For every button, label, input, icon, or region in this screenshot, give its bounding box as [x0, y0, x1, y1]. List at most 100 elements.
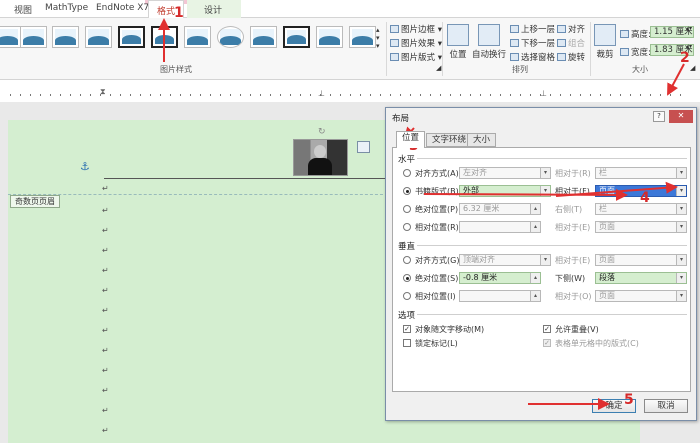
selection-pane-button[interactable]: 选择窗格 — [510, 51, 555, 63]
v-relative-radio[interactable] — [403, 292, 411, 300]
h-alignment-label: 对齐方式(A) — [415, 169, 459, 178]
h-relative-radio[interactable] — [403, 223, 411, 231]
h-relative-label: 相对位置(R) — [415, 223, 459, 232]
lock-anchor-checkbox[interactable] — [403, 339, 411, 347]
picture-styles-group-label: 图片样式 — [160, 65, 192, 74]
wrap-text-button[interactable]: 自动换行 — [472, 24, 506, 60]
v-relative-label: 相对位置(I) — [415, 292, 456, 301]
v-absolute-relative-label: 下侧(W) — [555, 274, 586, 283]
group-separator — [590, 22, 591, 76]
cancel-button[interactable]: 取消 — [644, 399, 688, 413]
vertical-section-title: 垂直 — [398, 242, 416, 252]
help-button[interactable]: ? — [653, 111, 665, 122]
v-alignment-radio[interactable] — [403, 256, 411, 264]
h-alignment-relative-select[interactable]: 栏 ▾ — [595, 167, 687, 179]
size-dialog-launcher-icon[interactable]: ◢ — [690, 64, 695, 72]
h-alignment-select[interactable]: 左对齐 ▾ — [459, 167, 551, 179]
align-icon — [557, 25, 566, 33]
wrap-text-icon — [478, 24, 500, 46]
layout-in-cell-checkbox[interactable]: ✓ — [543, 339, 551, 347]
styles-dialog-launcher-icon[interactable]: ◢ — [436, 64, 441, 72]
group-separator — [442, 22, 443, 76]
book-layout-radio[interactable] — [403, 187, 411, 195]
picture-style-8[interactable] — [217, 26, 244, 48]
layout-options-icon[interactable] — [357, 141, 370, 153]
paragraph-mark: ↵ — [102, 426, 109, 435]
send-backward-icon — [510, 39, 519, 47]
v-absolute-input[interactable]: -0.8 厘米 ▴ — [459, 272, 541, 284]
picture-border-button[interactable]: 图片边框 ▾ — [390, 23, 442, 35]
h-alignment-relative-label: 相对于(R) — [555, 169, 591, 178]
picture-style-3[interactable] — [52, 26, 79, 48]
v-relative-input[interactable]: ▴ — [459, 290, 541, 302]
h-absolute-input[interactable]: 6.32 厘米 ▴ — [459, 203, 541, 215]
v-absolute-relative-select[interactable]: 段落 ▾ — [595, 272, 687, 284]
horizontal-ruler[interactable]: ⧗ ⊥ ⊥ — [0, 87, 700, 102]
picture-style-5[interactable] — [118, 26, 145, 48]
allow-overlap-checkbox[interactable]: ✓ — [543, 325, 551, 333]
tab-endnote[interactable]: EndNote X7 — [96, 3, 149, 13]
v-absolute-label: 绝对位置(S) — [415, 274, 459, 283]
picture-style-2[interactable] — [20, 26, 47, 48]
v-relative-relative-select[interactable]: 页面 ▾ — [595, 290, 687, 302]
picture-style-6[interactable] — [151, 26, 178, 48]
border-icon — [390, 25, 399, 33]
picture-style-11[interactable] — [316, 26, 343, 48]
send-backward-button[interactable]: 下移一层 ▾ — [510, 37, 562, 49]
move-with-text-checkbox[interactable]: ✓ — [403, 325, 411, 333]
width-label: 宽度: — [620, 46, 651, 58]
group-button[interactable]: 组合 — [557, 37, 585, 49]
align-button[interactable]: 对齐 — [557, 23, 585, 35]
paragraph-mark: ↵ — [102, 266, 109, 275]
picture-style-10[interactable] — [283, 26, 310, 48]
tab-mathtype[interactable]: MathType — [45, 3, 88, 13]
indent-marker-icon[interactable]: ⧗ — [100, 87, 106, 97]
picture-style-12[interactable] — [349, 26, 376, 48]
paragraph-mark: ↵ — [102, 366, 109, 375]
picture-style-7[interactable] — [184, 26, 211, 48]
picture-effects-button[interactable]: 图片效果 ▾ — [390, 37, 442, 49]
v-alignment-relative-label: 相对于(E) — [555, 256, 591, 265]
anchor-icon[interactable]: ⚓ — [80, 160, 90, 173]
crop-button[interactable]: 裁剪 — [594, 24, 616, 60]
layout-dialog: 布局 ? ✕ 位置 文字环绕 大小 水平 对齐方式(A) 左对齐 ▾ 相对于(R)… — [385, 107, 697, 421]
h-relative-relative-select[interactable]: 页面 ▾ — [595, 221, 687, 233]
book-layout-select[interactable]: 外部 ▾ — [459, 185, 551, 197]
section-divider — [417, 245, 687, 246]
selection-pane-icon — [510, 53, 519, 61]
v-alignment-select[interactable]: 顶端对齐 ▾ — [459, 254, 551, 266]
height-icon — [620, 30, 629, 38]
tab-size[interactable]: 大小 — [467, 133, 497, 147]
v-absolute-radio[interactable] — [403, 274, 411, 282]
bring-forward-button[interactable]: 上移一层 ▾ — [510, 23, 562, 35]
h-absolute-relative-label: 右侧(T) — [555, 205, 583, 214]
rotate-button[interactable]: 旋转 — [557, 51, 585, 63]
lock-anchor-label: 锁定标记(L) — [415, 339, 458, 348]
selected-picture[interactable] — [293, 139, 348, 176]
position-button[interactable]: 位置 — [446, 24, 470, 60]
h-relative-input[interactable]: ▴ — [459, 221, 541, 233]
picture-style-4[interactable] — [85, 26, 112, 48]
picture-style-9[interactable] — [250, 26, 277, 48]
h-absolute-radio[interactable] — [403, 205, 411, 213]
layout-icon — [390, 53, 399, 61]
v-alignment-relative-select[interactable]: 页面 ▾ — [595, 254, 687, 266]
gallery-scroll-icon[interactable]: ▴ ▾ ▾ — [376, 26, 380, 50]
bring-forward-icon — [510, 25, 519, 33]
center-tab-icon[interactable]: ⊥ — [318, 89, 325, 98]
right-tab-icon[interactable]: ⊥ — [540, 89, 547, 98]
annotation-number-2: 2 — [680, 50, 690, 66]
annotation-number-1: 1 — [174, 5, 184, 21]
picture-style-1[interactable] — [0, 26, 21, 48]
tab-position[interactable]: 位置 — [396, 131, 426, 148]
picture-layout-button[interactable]: 图片版式 ▾ — [390, 51, 442, 63]
tab-text-wrapping[interactable]: 文字环绕 — [426, 133, 473, 147]
rotate-handle-icon[interactable]: ↻ — [318, 127, 326, 137]
h-alignment-radio[interactable] — [403, 169, 411, 177]
tab-design[interactable]: 设计 — [204, 3, 222, 16]
tab-view[interactable]: 视图 — [14, 3, 32, 16]
horizontal-section-title: 水平 — [398, 155, 416, 165]
position-icon — [447, 24, 469, 46]
height-input[interactable]: 1.15 厘米 — [650, 26, 694, 38]
close-button[interactable]: ✕ — [669, 110, 693, 123]
